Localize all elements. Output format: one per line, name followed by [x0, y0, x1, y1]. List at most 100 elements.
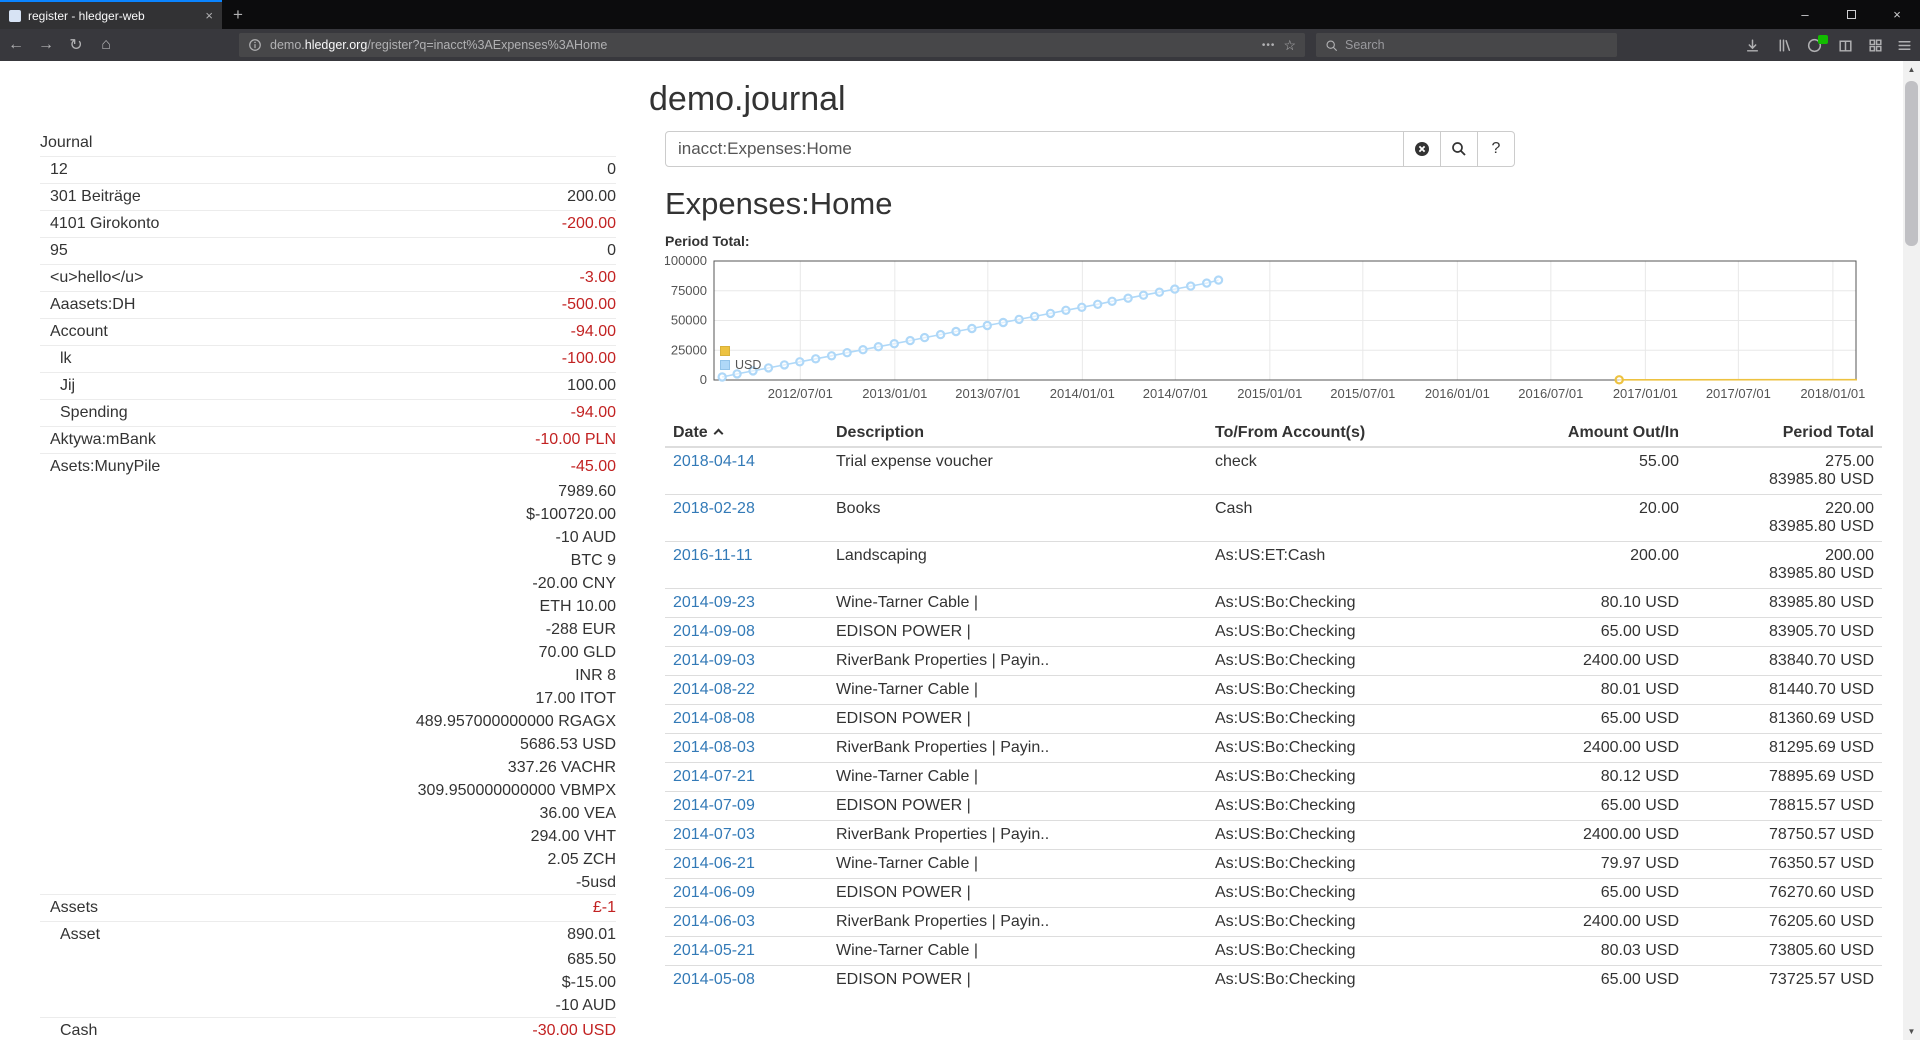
- transaction-date-link[interactable]: 2014-06-21: [673, 855, 755, 872]
- account-link[interactable]: Jij: [40, 373, 75, 399]
- cell-account: As:US:Bo:Checking: [1207, 647, 1537, 676]
- period-total-line: 81440.70 USD: [1695, 681, 1874, 699]
- transaction-date-link[interactable]: 2014-07-21: [673, 768, 755, 785]
- url-bar[interactable]: demo.hledger.org/register?q=inacct%3AExp…: [239, 33, 1305, 57]
- reader-icon[interactable]: [1833, 34, 1857, 56]
- clear-query-button[interactable]: [1403, 131, 1441, 167]
- sidebar-balance-line: -288 EUR: [40, 618, 616, 641]
- page-title: demo.journal: [649, 80, 846, 119]
- cell-description: EDISON POWER |: [828, 879, 1207, 908]
- cell-date: 2014-09-08: [665, 618, 828, 647]
- cell-period-total: 78895.69 USD: [1687, 763, 1882, 792]
- browser-tab[interactable]: register - hledger-web ×: [0, 0, 222, 29]
- transaction-date-link[interactable]: 2014-07-03: [673, 826, 755, 843]
- account-link[interactable]: 12: [40, 157, 68, 183]
- page-scrollbar[interactable]: ▲ ▼: [1903, 61, 1920, 1040]
- reload-button[interactable]: ↻: [62, 32, 90, 58]
- transaction-date-link[interactable]: 2014-06-03: [673, 913, 755, 930]
- account-balance: -94.00: [571, 400, 616, 426]
- download-icon[interactable]: [1740, 34, 1764, 56]
- transaction-date-link[interactable]: 2014-07-09: [673, 797, 755, 814]
- cell-period-total: 76205.60 USD: [1687, 908, 1882, 937]
- sidebar-title: Journal: [40, 130, 92, 156]
- account-link[interactable]: Assets: [40, 895, 98, 921]
- account-link[interactable]: Account: [40, 319, 108, 345]
- account-link[interactable]: Cash: [40, 1018, 97, 1040]
- account-link[interactable]: 4101 Girokonto: [40, 211, 159, 237]
- tab-close-icon[interactable]: ×: [205, 9, 213, 22]
- transaction-date-link[interactable]: 2014-06-09: [673, 884, 755, 901]
- period-total-chart: 02500050000750001000002012/07/012013/01/…: [665, 250, 1870, 408]
- window-maximize-button[interactable]: [1828, 0, 1874, 29]
- period-total-line: 76270.60 USD: [1695, 884, 1874, 902]
- window-minimize-button[interactable]: –: [1782, 0, 1828, 29]
- scrollbar-thumb[interactable]: [1905, 81, 1918, 246]
- account-link[interactable]: <u>hello</u>: [40, 265, 143, 291]
- transaction-date-link[interactable]: 2018-02-28: [673, 500, 755, 517]
- transaction-date-link[interactable]: 2014-08-03: [673, 739, 755, 756]
- cell-description: RiverBank Properties | Payin..: [828, 647, 1207, 676]
- menu-icon[interactable]: [1892, 34, 1916, 56]
- library-icon[interactable]: [1771, 34, 1795, 56]
- search-submit-button[interactable]: [1440, 131, 1478, 167]
- cell-account: As:US:Bo:Checking: [1207, 676, 1537, 705]
- home-button[interactable]: ⌂: [92, 32, 120, 58]
- transaction-date-link[interactable]: 2014-08-22: [673, 681, 755, 698]
- period-total-line: 83905.70 USD: [1695, 623, 1874, 641]
- search-help-button[interactable]: ?: [1477, 131, 1515, 167]
- cell-amount: 80.01 USD: [1537, 676, 1687, 705]
- url-domain: hledger.org: [305, 38, 368, 52]
- grid-icon[interactable]: [1863, 34, 1887, 56]
- cell-description: Wine-Tarner Cable |: [828, 676, 1207, 705]
- addon-icon[interactable]: [1802, 34, 1826, 56]
- new-tab-button[interactable]: +: [222, 0, 254, 29]
- page-actions-icon[interactable]: •••: [1262, 40, 1276, 51]
- account-balance: ETH 10.00: [540, 595, 616, 618]
- window-controls: – ×: [1782, 0, 1920, 29]
- bookmark-star-icon[interactable]: ☆: [1283, 37, 1296, 54]
- cell-description: Wine-Tarner Cable |: [828, 937, 1207, 966]
- sidebar-balance-line: INR 8: [40, 664, 616, 687]
- forward-button[interactable]: →: [32, 32, 60, 58]
- transaction-date-link[interactable]: 2018-04-14: [673, 453, 755, 470]
- transaction-date-link[interactable]: 2014-09-08: [673, 623, 755, 640]
- query-input[interactable]: [665, 131, 1404, 167]
- cell-period-total: 83985.80 USD: [1687, 589, 1882, 618]
- account-link[interactable]: Aaasets:DH: [40, 292, 135, 318]
- transaction-date-link[interactable]: 2014-05-08: [673, 971, 755, 988]
- transaction-date-link[interactable]: 2014-09-23: [673, 594, 755, 611]
- browser-search-bar[interactable]: Search: [1316, 33, 1617, 57]
- register-table: Date Description To/From Account(s) Amou…: [665, 420, 1882, 994]
- transaction-date-link[interactable]: 2016-11-11: [673, 547, 752, 564]
- account-link[interactable]: Asset: [40, 922, 100, 948]
- account-link[interactable]: Asets:MunyPile: [40, 454, 160, 480]
- cell-date: 2014-07-09: [665, 792, 828, 821]
- account-link[interactable]: 301 Beiträge: [40, 184, 141, 210]
- account-link[interactable]: Spending: [40, 400, 128, 426]
- site-info-icon[interactable]: [248, 38, 262, 52]
- account-link[interactable]: Aktywa:mBank: [40, 427, 156, 453]
- transaction-date-link[interactable]: 2014-09-03: [673, 652, 755, 669]
- cell-date: 2014-07-03: [665, 821, 828, 850]
- account-balance: -20.00 CNY: [532, 572, 616, 595]
- sidebar-balance-line: -5usd: [40, 871, 616, 894]
- cell-description: RiverBank Properties | Payin..: [828, 908, 1207, 937]
- transaction-date-link[interactable]: 2014-05-21: [673, 942, 755, 959]
- back-button[interactable]: ←: [2, 32, 30, 58]
- period-total-line: 73805.60 USD: [1695, 942, 1874, 960]
- scroll-up-icon[interactable]: ▲: [1903, 61, 1920, 78]
- transaction-date-link[interactable]: 2014-08-08: [673, 710, 755, 727]
- cell-period-total: 220.0083985.80 USD: [1687, 495, 1882, 542]
- cell-date: 2014-05-21: [665, 937, 828, 966]
- scroll-down-icon[interactable]: ▼: [1903, 1023, 1920, 1040]
- account-link[interactable]: 95: [40, 238, 68, 264]
- register-row: 2014-09-23Wine-Tarner Cable |As:US:Bo:Ch…: [665, 589, 1882, 618]
- register-row: 2014-07-03RiverBank Properties | Payin..…: [665, 821, 1882, 850]
- account-link[interactable]: lk: [40, 346, 72, 372]
- browser-search-placeholder: Search: [1345, 38, 1385, 52]
- window-close-button[interactable]: ×: [1874, 0, 1920, 29]
- column-header-date[interactable]: Date: [665, 420, 828, 447]
- period-total-line: 76205.60 USD: [1695, 913, 1874, 931]
- period-total-line: 275.00: [1695, 453, 1874, 471]
- sidebar-journal-link[interactable]: Journal: [40, 130, 616, 156]
